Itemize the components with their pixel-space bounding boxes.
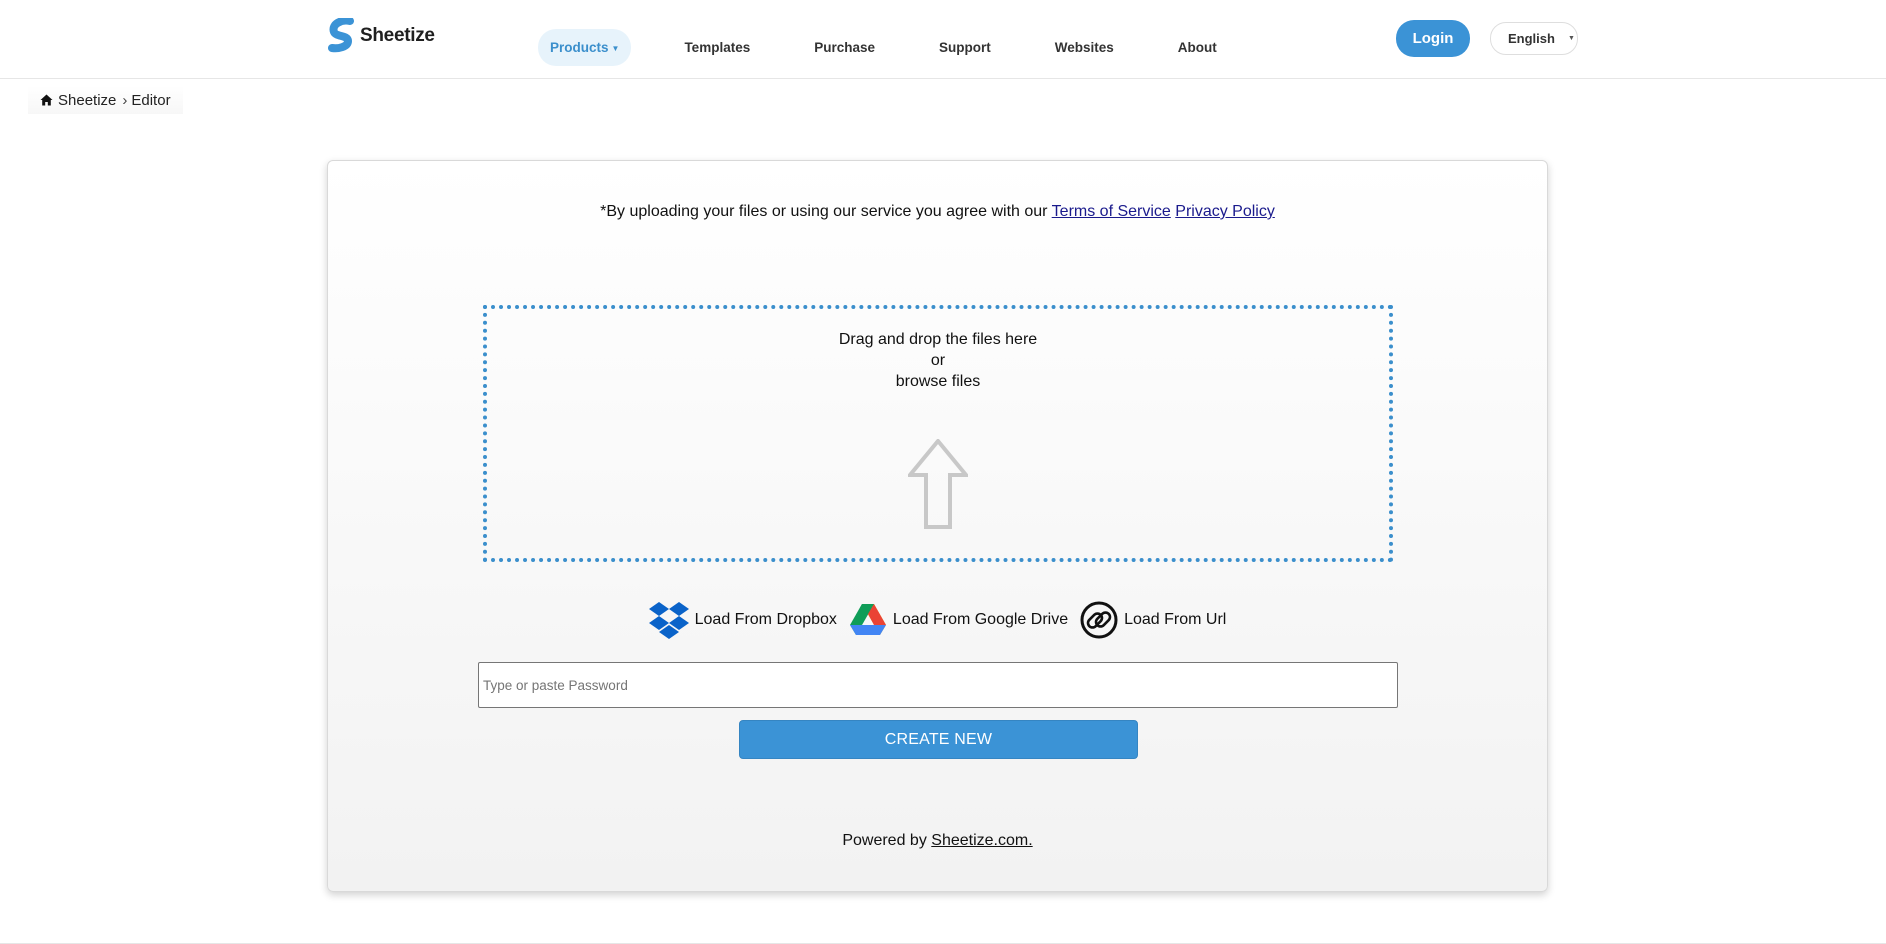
browse-files-link[interactable]: browse files xyxy=(487,373,1389,391)
sheetize-logo-icon xyxy=(328,18,354,53)
chevron-down-icon: ▼ xyxy=(611,43,620,53)
nav-purchase[interactable]: Purchase xyxy=(802,29,887,66)
google-drive-label: Load From Google Drive xyxy=(892,611,1069,628)
dropzone-or: or xyxy=(930,352,946,369)
breadcrumb-home-link[interactable]: Sheetize xyxy=(58,92,116,109)
load-from-url-button[interactable]: Load From Url xyxy=(1080,601,1226,639)
site-header: Sheetize Products ▼ Templates Purchase Su… xyxy=(0,0,1886,79)
nav-templates[interactable]: Templates xyxy=(672,29,762,66)
language-value: English xyxy=(1508,31,1555,46)
logo-text: Sheetize xyxy=(360,25,435,46)
terms-text: *By uploading your files or using our se… xyxy=(600,203,1052,220)
upload-arrow-icon xyxy=(908,439,968,529)
upload-card: *By uploading your files or using our se… xyxy=(327,160,1548,892)
powered-by: Powered by Sheetize.com. xyxy=(328,832,1547,850)
file-dropzone[interactable]: Drag and drop the files here or browse f… xyxy=(483,305,1393,562)
load-from-dropbox-button[interactable]: Load From Dropbox xyxy=(648,600,837,640)
home-icon xyxy=(40,94,53,106)
dropzone-text: Drag and drop the files here xyxy=(838,331,1038,348)
nav-products[interactable]: Products ▼ xyxy=(538,28,632,66)
logo[interactable]: Sheetize xyxy=(328,18,435,54)
sheetize-link[interactable]: Sheetize.com. xyxy=(931,832,1032,849)
chevron-down-icon: ▼ xyxy=(1567,35,1575,42)
breadcrumb: Sheetize › Editor xyxy=(28,86,183,114)
breadcrumb-separator: › xyxy=(122,91,128,109)
google-drive-icon xyxy=(849,604,886,635)
terms-notice: *By uploading your files or using our se… xyxy=(328,203,1547,221)
main-nav: Products ▼ Templates Purchase Support Web… xyxy=(538,27,1229,67)
language-select[interactable]: English ▼ xyxy=(1490,22,1578,55)
create-new-button[interactable]: CREATE NEW xyxy=(739,720,1138,759)
breadcrumb-current: Editor xyxy=(131,91,171,109)
nav-products-label: Products xyxy=(550,39,609,55)
nav-websites[interactable]: Websites xyxy=(1043,29,1126,66)
terms-of-service-link[interactable]: Terms of Service xyxy=(1052,203,1171,220)
dropbox-label: Load From Dropbox xyxy=(694,611,837,628)
powered-by-text: Powered by xyxy=(842,832,932,849)
privacy-policy-link[interactable]: Privacy Policy xyxy=(1175,203,1275,220)
source-options: Load From Dropbox Load From Google Drive… xyxy=(328,600,1547,640)
nav-support[interactable]: Support xyxy=(927,29,1003,66)
load-from-google-drive-button[interactable]: Load From Google Drive xyxy=(849,603,1068,637)
login-button[interactable]: Login xyxy=(1396,20,1470,57)
nav-about[interactable]: About xyxy=(1166,29,1229,66)
password-input[interactable] xyxy=(478,662,1398,708)
link-icon xyxy=(1080,601,1118,639)
dropbox-icon xyxy=(648,602,689,639)
url-label: Load From Url xyxy=(1124,611,1227,628)
